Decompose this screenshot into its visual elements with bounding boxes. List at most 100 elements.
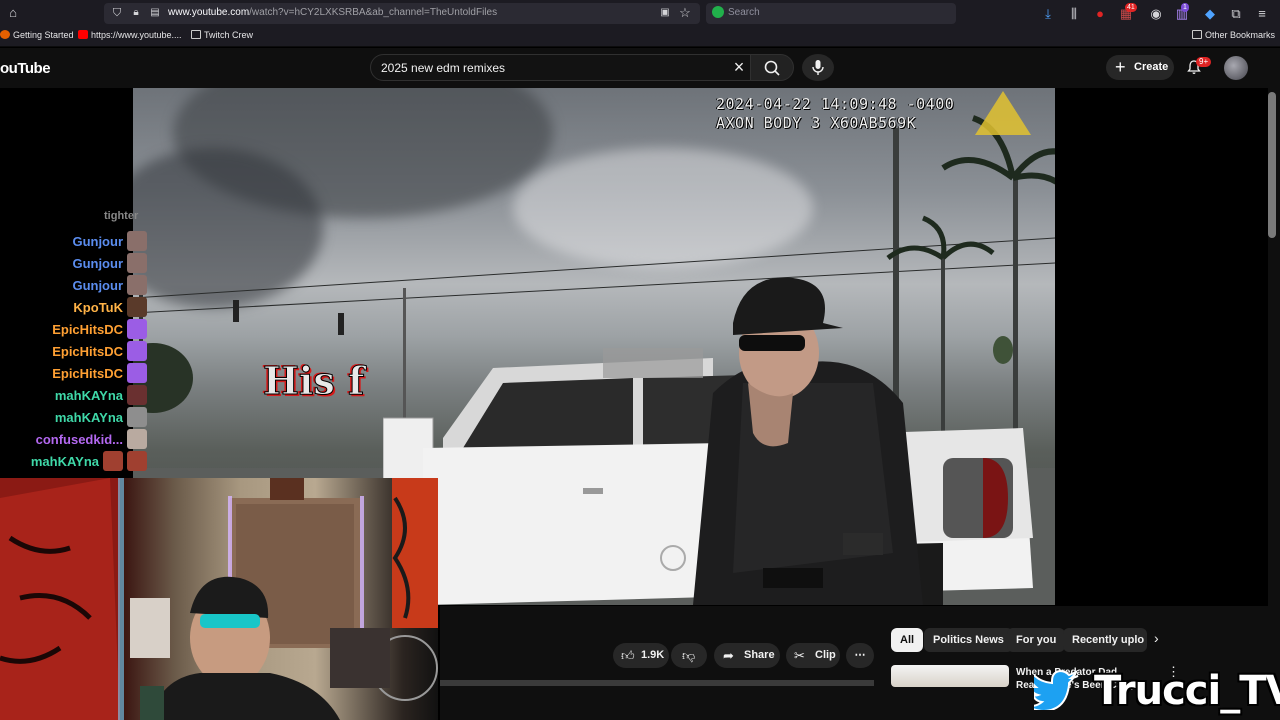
bodycam-device-id: AXON BODY 3 X60AB569K	[716, 114, 917, 132]
chat-username: EpicHitsDC	[52, 321, 123, 337]
bookmark-star-icon[interactable]: ☆	[677, 5, 693, 21]
create-button[interactable]: + Create	[1106, 55, 1174, 80]
browser-search-box[interactable]: Search	[706, 3, 956, 24]
youtube-search-button[interactable]	[750, 54, 794, 81]
chat-message: KpoTuK	[73, 296, 147, 318]
cube-extension-icon[interactable]: ◆	[1202, 6, 1218, 22]
voice-search-button[interactable]	[802, 54, 834, 81]
emote-icon	[127, 451, 147, 471]
more-dots-icon: ⋯	[854, 649, 866, 661]
folder-icon	[1192, 30, 1202, 39]
chat-username: Gunjour	[72, 277, 123, 293]
youtube-logo[interactable]: ouTube	[0, 60, 51, 77]
chat-username: EpicHitsDC	[52, 343, 123, 359]
chat-username: Gunjour	[72, 255, 123, 271]
chat-username: EpicHitsDC	[52, 365, 123, 381]
twitter-bird-icon	[1034, 670, 1079, 710]
recommendation-thumbnail[interactable]	[891, 665, 1009, 687]
bookmark-getting-started[interactable]: Getting Started	[0, 30, 74, 40]
emote-icon	[127, 297, 147, 317]
menu-hamburger-icon[interactable]: ≡	[1254, 6, 1270, 22]
browser-toolbar: ⌂ ⛉ 🔒︎ ▤ www.youtube.com/watch?v=hCY2LXK…	[0, 0, 1280, 27]
user-avatar[interactable]	[1224, 56, 1248, 80]
extension-red-icon[interactable]: ●	[1092, 6, 1108, 22]
folder-icon	[191, 30, 201, 39]
webcam-scene	[0, 478, 438, 720]
trucci-tv-watermark: Trucci_TV	[1094, 668, 1280, 714]
youtube-search-input[interactable]: 2025 new edm remixes ×	[370, 54, 756, 81]
search-query[interactable]: 2025 new edm remixes	[381, 61, 505, 75]
emote-icon	[127, 319, 147, 339]
extension-badge: 41	[1125, 3, 1137, 12]
chat-message: EpicHitsDC	[52, 340, 147, 362]
emote-icon	[127, 363, 147, 383]
extension-badge-2: 1	[1181, 3, 1189, 12]
chat-username: mahKAYna	[54, 409, 123, 425]
shield-icon[interactable]: ⛉	[109, 5, 125, 21]
chip-politics-news[interactable]: Politics News	[924, 628, 1013, 652]
home-icon[interactable]: ⌂	[5, 5, 21, 21]
like-button[interactable]: 👍︎ 1.9K	[613, 643, 669, 668]
firefox-icon	[0, 30, 10, 39]
clear-search-icon[interactable]: ×	[729, 58, 749, 78]
chat-message: EpicHitsDC	[52, 318, 147, 340]
chat-message: mahKAYna	[31, 450, 147, 472]
clip-button[interactable]: ✂ Clip	[786, 643, 840, 668]
chat-message: Gunjour	[72, 274, 147, 296]
account-icon[interactable]: ◉	[1148, 6, 1164, 22]
share-button[interactable]: ➦ Share	[714, 643, 780, 668]
plus-icon: +	[1115, 57, 1126, 77]
search-icon	[764, 60, 780, 76]
library-icon[interactable]: ⫼	[1066, 6, 1082, 22]
chat-message: mahKAYna	[55, 406, 147, 428]
reader-icon[interactable]: ▤	[147, 5, 163, 21]
chat-username: Gunjour	[72, 233, 123, 249]
chip-for-you[interactable]: For you	[1007, 628, 1066, 652]
address-bar[interactable]: ⛉ 🔒︎ ▤ www.youtube.com/watch?v=hCY2LXKSR…	[104, 3, 700, 24]
bodycam-overlay: 2024-04-22 14:09:48 -0400 AXON BODY 3 X6…	[716, 95, 954, 133]
police-officer	[693, 277, 923, 605]
chat-username: mahKAYna	[30, 453, 99, 469]
chip-recently-uploaded[interactable]: Recently uplo	[1063, 628, 1147, 652]
emote-icon	[127, 253, 147, 273]
bookmarks-bar: Getting Started https://www.youtube.... …	[0, 27, 1280, 47]
chat-username: KpoTuK	[73, 299, 123, 315]
chat-message: EpicHitsDC	[52, 362, 147, 384]
chip-all[interactable]: All	[891, 628, 924, 652]
bookmark-youtube[interactable]: https://www.youtube....	[78, 30, 182, 40]
search-engine-icon	[712, 6, 724, 18]
chat-username: confusedkid...	[35, 431, 123, 447]
extensions-puzzle-icon[interactable]: ⧉	[1228, 6, 1244, 22]
emote-icon	[127, 341, 147, 361]
page-scrollbar-thumb[interactable]	[1268, 92, 1276, 238]
video-caption-text: His f	[262, 358, 365, 404]
bookmark-other[interactable]: Other Bookmarks	[1192, 30, 1275, 40]
download-icon[interactable]: ⤓	[1040, 6, 1056, 22]
youtube-icon	[78, 30, 88, 39]
bottom-progress-strip	[440, 680, 874, 686]
notifications-badge: 9+	[1196, 57, 1212, 67]
chat-username: mahKAYna	[54, 387, 123, 403]
url-text[interactable]: www.youtube.com/watch?v=hCY2LXKSRBA&ab_c…	[168, 7, 497, 18]
chat-fragment: tighter	[104, 210, 139, 222]
stream-chat-overlay: tighter Gunjour Gunjour Gunjour KpoTuK E…	[0, 210, 150, 478]
picture-in-picture-icon[interactable]: ▣	[657, 5, 673, 21]
emote-icon	[103, 451, 123, 471]
thumbs-up-icon: 👍︎	[621, 648, 635, 663]
emote-icon	[127, 407, 147, 427]
emote-icon	[127, 429, 147, 449]
lock-icon[interactable]: 🔒︎	[128, 5, 144, 21]
emote-icon	[127, 231, 147, 251]
chips-next-chevron-icon[interactable]: ›	[1154, 630, 1159, 646]
emote-icon	[127, 385, 147, 405]
bookmark-twitch-crew[interactable]: Twitch Crew	[191, 30, 253, 40]
dislike-button[interactable]: 👎︎	[671, 643, 707, 668]
bodycam-timestamp: 2024-04-22 14:09:48 -0400	[716, 95, 955, 113]
youtube-header: ouTube 2025 new edm remixes × + Create 9+	[0, 48, 1280, 88]
more-actions-button[interactable]: ⋯	[846, 643, 874, 668]
streamer-webcam	[0, 478, 438, 720]
chat-message: Gunjour	[72, 230, 147, 252]
emote-icon	[127, 275, 147, 295]
scissors-icon: ✂	[794, 648, 805, 663]
share-arrow-icon: ➦	[723, 648, 734, 663]
